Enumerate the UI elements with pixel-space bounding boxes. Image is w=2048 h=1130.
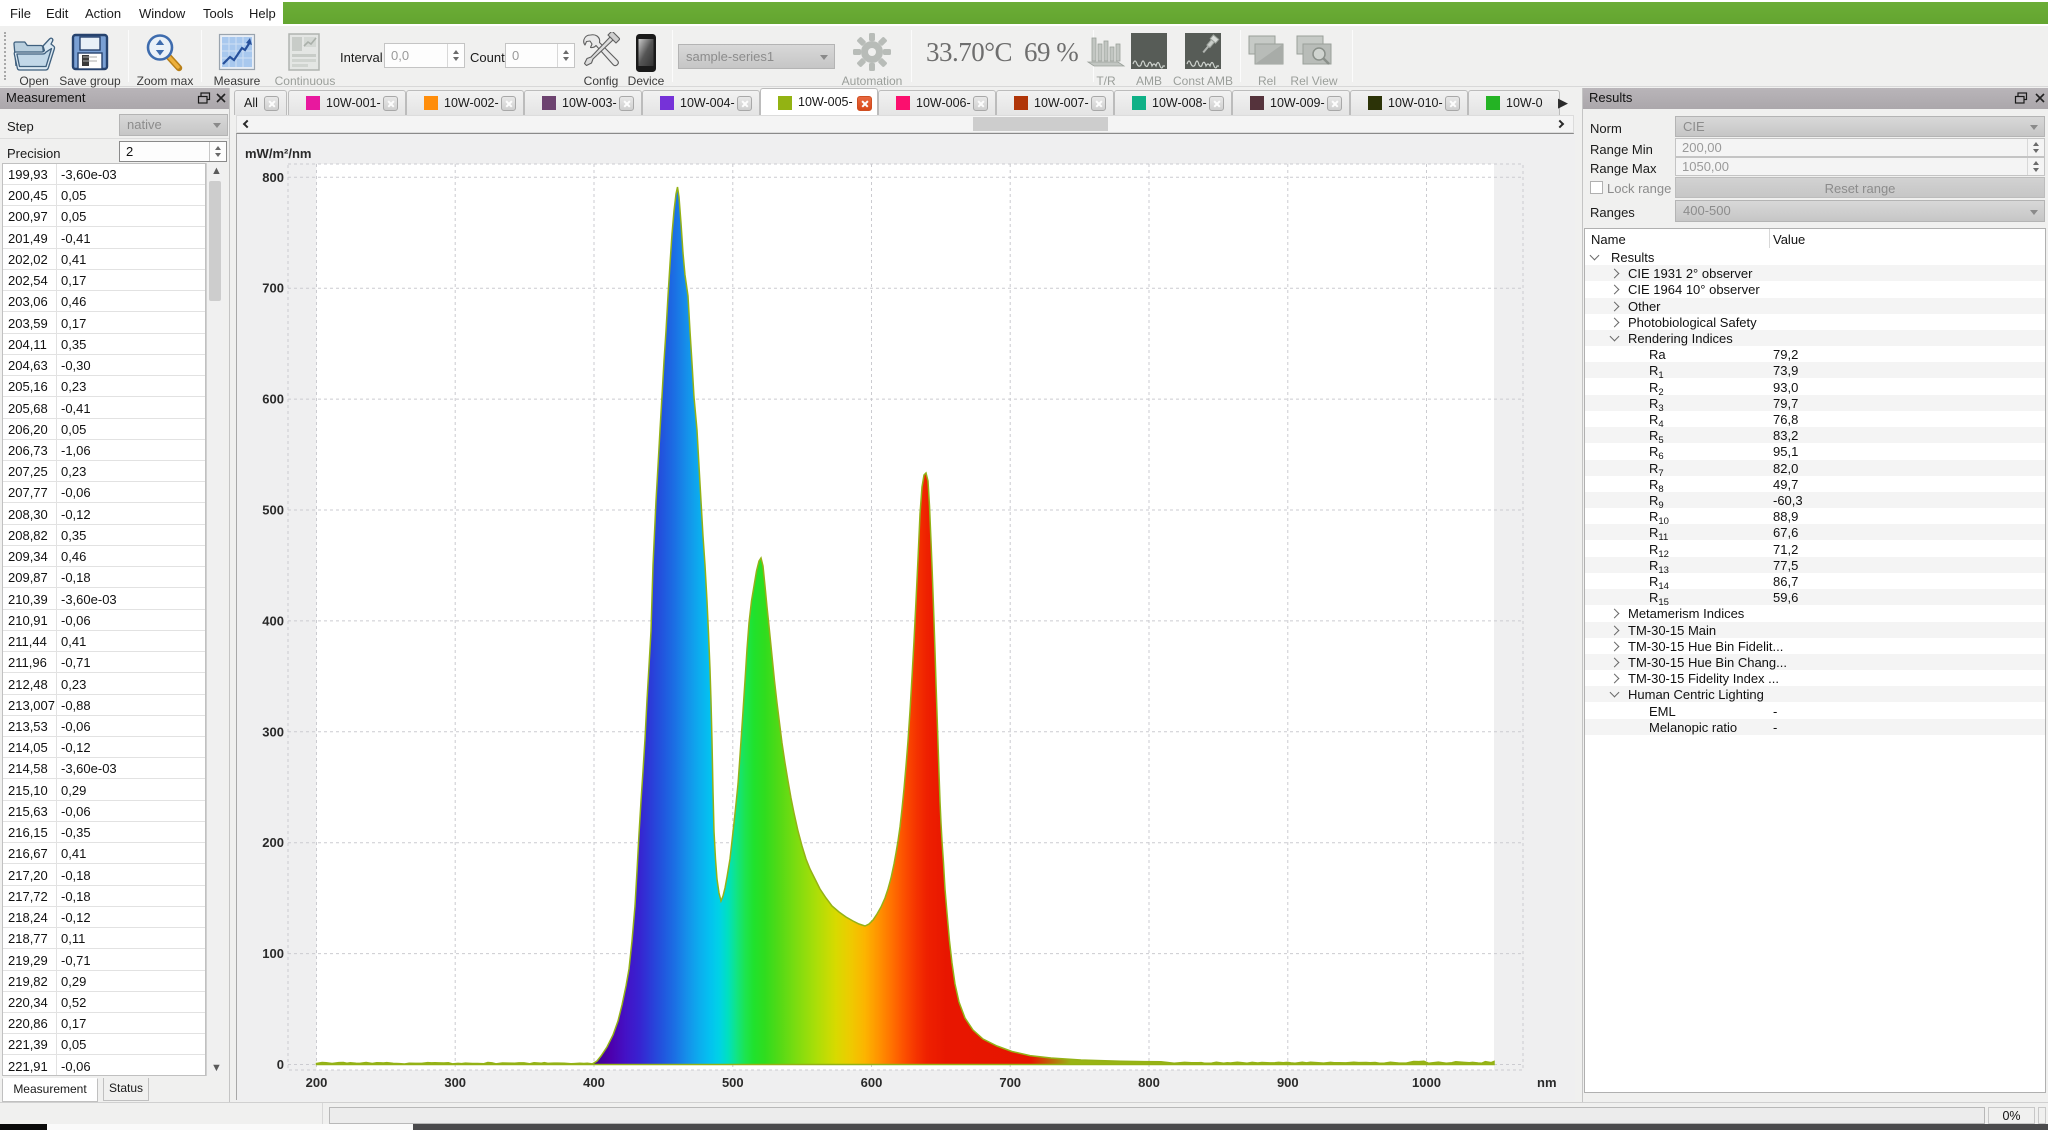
- svg-text:800: 800: [262, 170, 284, 185]
- svg-text:800: 800: [1138, 1075, 1160, 1090]
- svg-text:nm: nm: [1537, 1075, 1557, 1090]
- svg-text:1000: 1000: [1412, 1075, 1441, 1090]
- svg-text:300: 300: [444, 1075, 466, 1090]
- svg-text:200: 200: [306, 1075, 328, 1090]
- svg-text:600: 600: [262, 392, 284, 407]
- svg-text:700: 700: [262, 281, 284, 296]
- svg-text:200: 200: [262, 835, 284, 850]
- svg-text:700: 700: [999, 1075, 1021, 1090]
- svg-text:500: 500: [722, 1075, 744, 1090]
- svg-text:900: 900: [1277, 1075, 1299, 1090]
- svg-text:400: 400: [262, 613, 284, 628]
- svg-text:600: 600: [861, 1075, 883, 1090]
- svg-text:0: 0: [277, 1057, 284, 1072]
- svg-text:500: 500: [262, 503, 284, 518]
- svg-text:100: 100: [262, 946, 284, 961]
- svg-text:400: 400: [583, 1075, 605, 1090]
- svg-text:300: 300: [262, 724, 284, 739]
- svg-text:mW/m²/nm: mW/m²/nm: [245, 146, 311, 161]
